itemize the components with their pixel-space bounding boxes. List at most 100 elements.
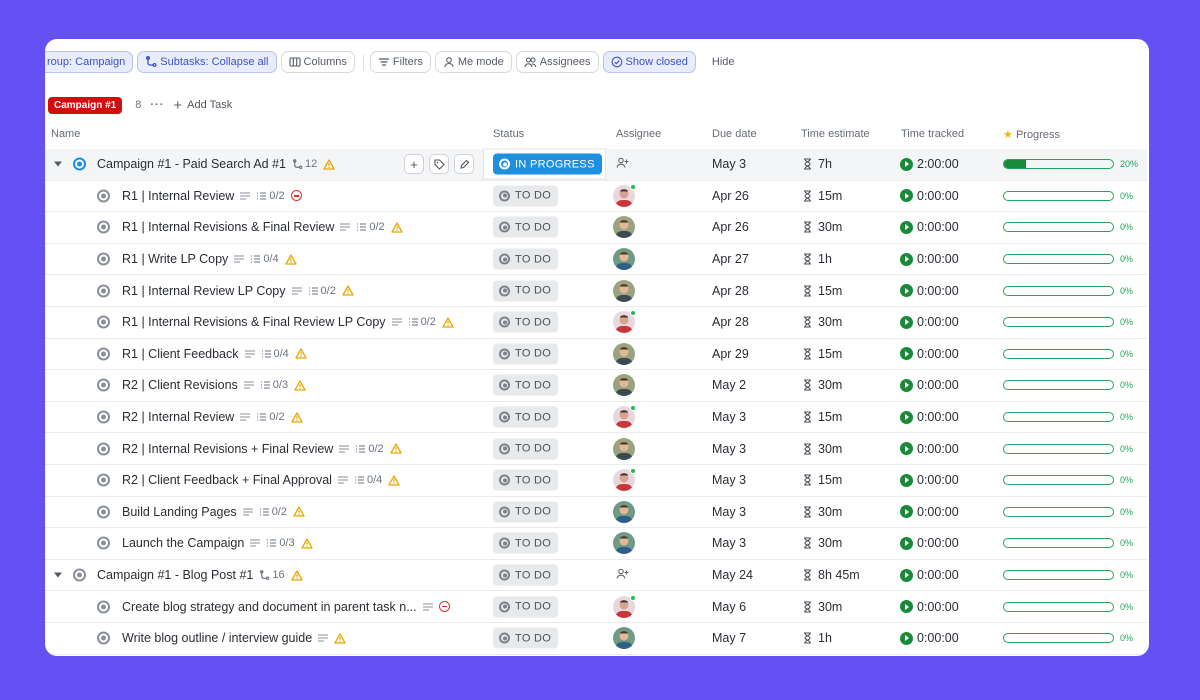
add-subtask-button[interactable]: + — [404, 154, 424, 175]
play-icon[interactable] — [900, 157, 913, 171]
group-by-button[interactable]: roup: Campaign — [45, 51, 134, 73]
time-tracked[interactable]: 0:00:00 — [900, 315, 959, 329]
time-estimate[interactable]: 30m — [803, 442, 842, 456]
subtask-row[interactable]: R2 | Internal Revisions + Final Review 0/… — [45, 433, 1147, 465]
checklist-count[interactable]: 0/2 — [259, 506, 287, 518]
time-estimate[interactable]: 15m — [803, 410, 842, 424]
subtask-row[interactable]: R1 | Internal Review 0/2 TO DO Apr 26 15m 0:0… — [45, 181, 1147, 213]
due-date[interactable]: Apr 29 — [712, 347, 749, 361]
subtask-count[interactable]: 16 — [259, 569, 285, 581]
status-badge[interactable]: TO DO — [493, 343, 559, 365]
time-tracked[interactable]: 0:00:00 — [900, 505, 959, 519]
time-estimate[interactable]: 15m — [803, 189, 842, 203]
time-tracked[interactable]: 0:00:00 — [900, 473, 959, 487]
filters-button[interactable]: Filters — [369, 51, 431, 73]
due-date[interactable]: Apr 28 — [712, 315, 749, 329]
time-estimate[interactable]: 8h 45m — [803, 568, 860, 582]
time-estimate[interactable]: 30m — [803, 600, 842, 614]
due-date[interactable]: May 6 — [712, 600, 746, 614]
due-date[interactable]: May 3 — [712, 410, 746, 424]
play-icon[interactable] — [900, 252, 913, 266]
col-name[interactable]: Name — [51, 128, 80, 140]
task-name-cell[interactable]: R2 | Client Feedback + Final Approval 0/4 — [122, 473, 400, 487]
avatar[interactable] — [613, 216, 635, 239]
status-badge[interactable]: IN PROGRESS — [493, 153, 602, 175]
avatar[interactable] — [613, 594, 636, 618]
status-badge[interactable]: TO DO — [493, 532, 559, 554]
task-status-icon[interactable] — [97, 410, 110, 424]
time-estimate[interactable]: 30m — [803, 536, 842, 550]
status-badge[interactable]: TO DO — [493, 438, 559, 460]
status-badge[interactable]: TO DO — [493, 280, 559, 302]
play-icon[interactable] — [900, 568, 913, 582]
checklist-count[interactable]: 0/3 — [266, 537, 295, 549]
task-status-icon[interactable] — [97, 284, 110, 298]
subtask-row[interactable]: R1 | Internal Review LP Copy 0/2 TO DO Apr … — [45, 275, 1147, 307]
status-badge[interactable]: TO DO — [493, 374, 559, 396]
checklist-count[interactable]: 0/2 — [355, 443, 384, 455]
checklist-count[interactable]: 0/3 — [260, 379, 288, 391]
avatar[interactable] — [613, 468, 636, 492]
task-name-cell[interactable]: Campaign #1 - Blog Post #1 16 — [97, 568, 303, 582]
col-time-estimate[interactable]: Time estimate — [801, 128, 870, 140]
play-icon[interactable] — [900, 347, 913, 361]
task-status-icon[interactable] — [97, 378, 110, 392]
parent-task-row[interactable]: Campaign #1 - Paid Search Ad #1 12 + IN PRO… — [45, 148, 1147, 181]
due-date[interactable]: Apr 27 — [712, 252, 749, 266]
task-status-icon[interactable] — [97, 473, 110, 487]
expand-caret-icon[interactable] — [54, 572, 62, 578]
play-icon[interactable] — [900, 473, 913, 487]
time-estimate[interactable]: 15m — [803, 284, 842, 298]
play-icon[interactable] — [900, 284, 913, 298]
avatar[interactable] — [613, 374, 635, 397]
add-assignee-icon[interactable] — [616, 568, 630, 583]
subtask-row[interactable]: Create blog strategy and document in par… — [45, 591, 1147, 623]
task-status-icon[interactable] — [97, 536, 110, 550]
subtask-count[interactable]: 12 — [292, 158, 317, 170]
checklist-count[interactable]: 0/2 — [256, 190, 285, 202]
time-tracked[interactable]: 0:00:00 — [900, 284, 959, 298]
avatar[interactable] — [613, 310, 636, 334]
col-assignee[interactable]: Assignee — [616, 128, 661, 140]
play-icon[interactable] — [900, 631, 913, 645]
avatar[interactable] — [613, 532, 635, 555]
avatar[interactable] — [613, 627, 635, 650]
group-badge[interactable]: Campaign #1 — [48, 96, 123, 114]
time-tracked[interactable]: 0:00:00 — [900, 347, 959, 361]
checklist-count[interactable]: 0/2 — [256, 411, 285, 423]
due-date[interactable]: May 3 — [712, 473, 746, 487]
task-name-cell[interactable]: Campaign #1 - Paid Search Ad #1 12 — [97, 157, 335, 171]
time-estimate[interactable]: 7h — [803, 157, 832, 171]
task-status-icon[interactable] — [73, 568, 86, 582]
time-tracked[interactable]: 0:00:00 — [900, 410, 959, 424]
time-tracked[interactable]: 0:00:00 — [900, 536, 959, 550]
task-status-icon[interactable] — [97, 505, 110, 519]
task-status-icon[interactable] — [97, 315, 110, 329]
time-tracked[interactable]: 2:00:00 — [900, 157, 959, 171]
task-name-cell[interactable]: R1 | Internal Revisions & Final Review 0/… — [122, 220, 403, 234]
due-date[interactable]: May 24 — [712, 568, 753, 582]
due-date[interactable]: May 3 — [712, 442, 746, 456]
task-status-icon[interactable] — [97, 189, 110, 203]
due-date[interactable]: Apr 26 — [712, 220, 749, 234]
checklist-count[interactable]: 0/4 — [354, 474, 382, 486]
status-badge[interactable]: TO DO — [493, 248, 559, 270]
task-status-icon[interactable] — [97, 600, 110, 614]
task-name-cell[interactable]: Launch the Campaign 0/3 — [122, 536, 313, 550]
subtask-row[interactable]: R2 | Client Feedback + Final Approval 0/4… — [45, 465, 1147, 497]
assignees-button[interactable]: Assignees — [515, 51, 599, 73]
task-name-cell[interactable]: R1 | Write LP Copy 0/4 — [122, 252, 297, 266]
task-name-cell[interactable]: Build Landing Pages 0/2 — [122, 505, 305, 519]
time-tracked[interactable]: 0:00:00 — [900, 442, 959, 456]
status-badge[interactable]: TO DO — [493, 185, 559, 207]
play-icon[interactable] — [900, 410, 913, 424]
status-badge[interactable]: TO DO — [493, 311, 559, 333]
columns-button[interactable]: Columns — [280, 51, 355, 73]
subtask-row[interactable]: Build Landing Pages 0/2 TO DO May 3 30m 0:00:… — [45, 497, 1147, 529]
due-date[interactable]: Apr 28 — [712, 284, 749, 298]
avatar[interactable] — [613, 279, 635, 302]
parent-task-row[interactable]: Campaign #1 - Blog Post #1 16 TO DO May 24 8… — [45, 560, 1147, 592]
time-tracked[interactable]: 0:00:00 — [900, 568, 959, 582]
status-badge[interactable]: TO DO — [493, 596, 559, 618]
play-icon[interactable] — [900, 505, 913, 519]
